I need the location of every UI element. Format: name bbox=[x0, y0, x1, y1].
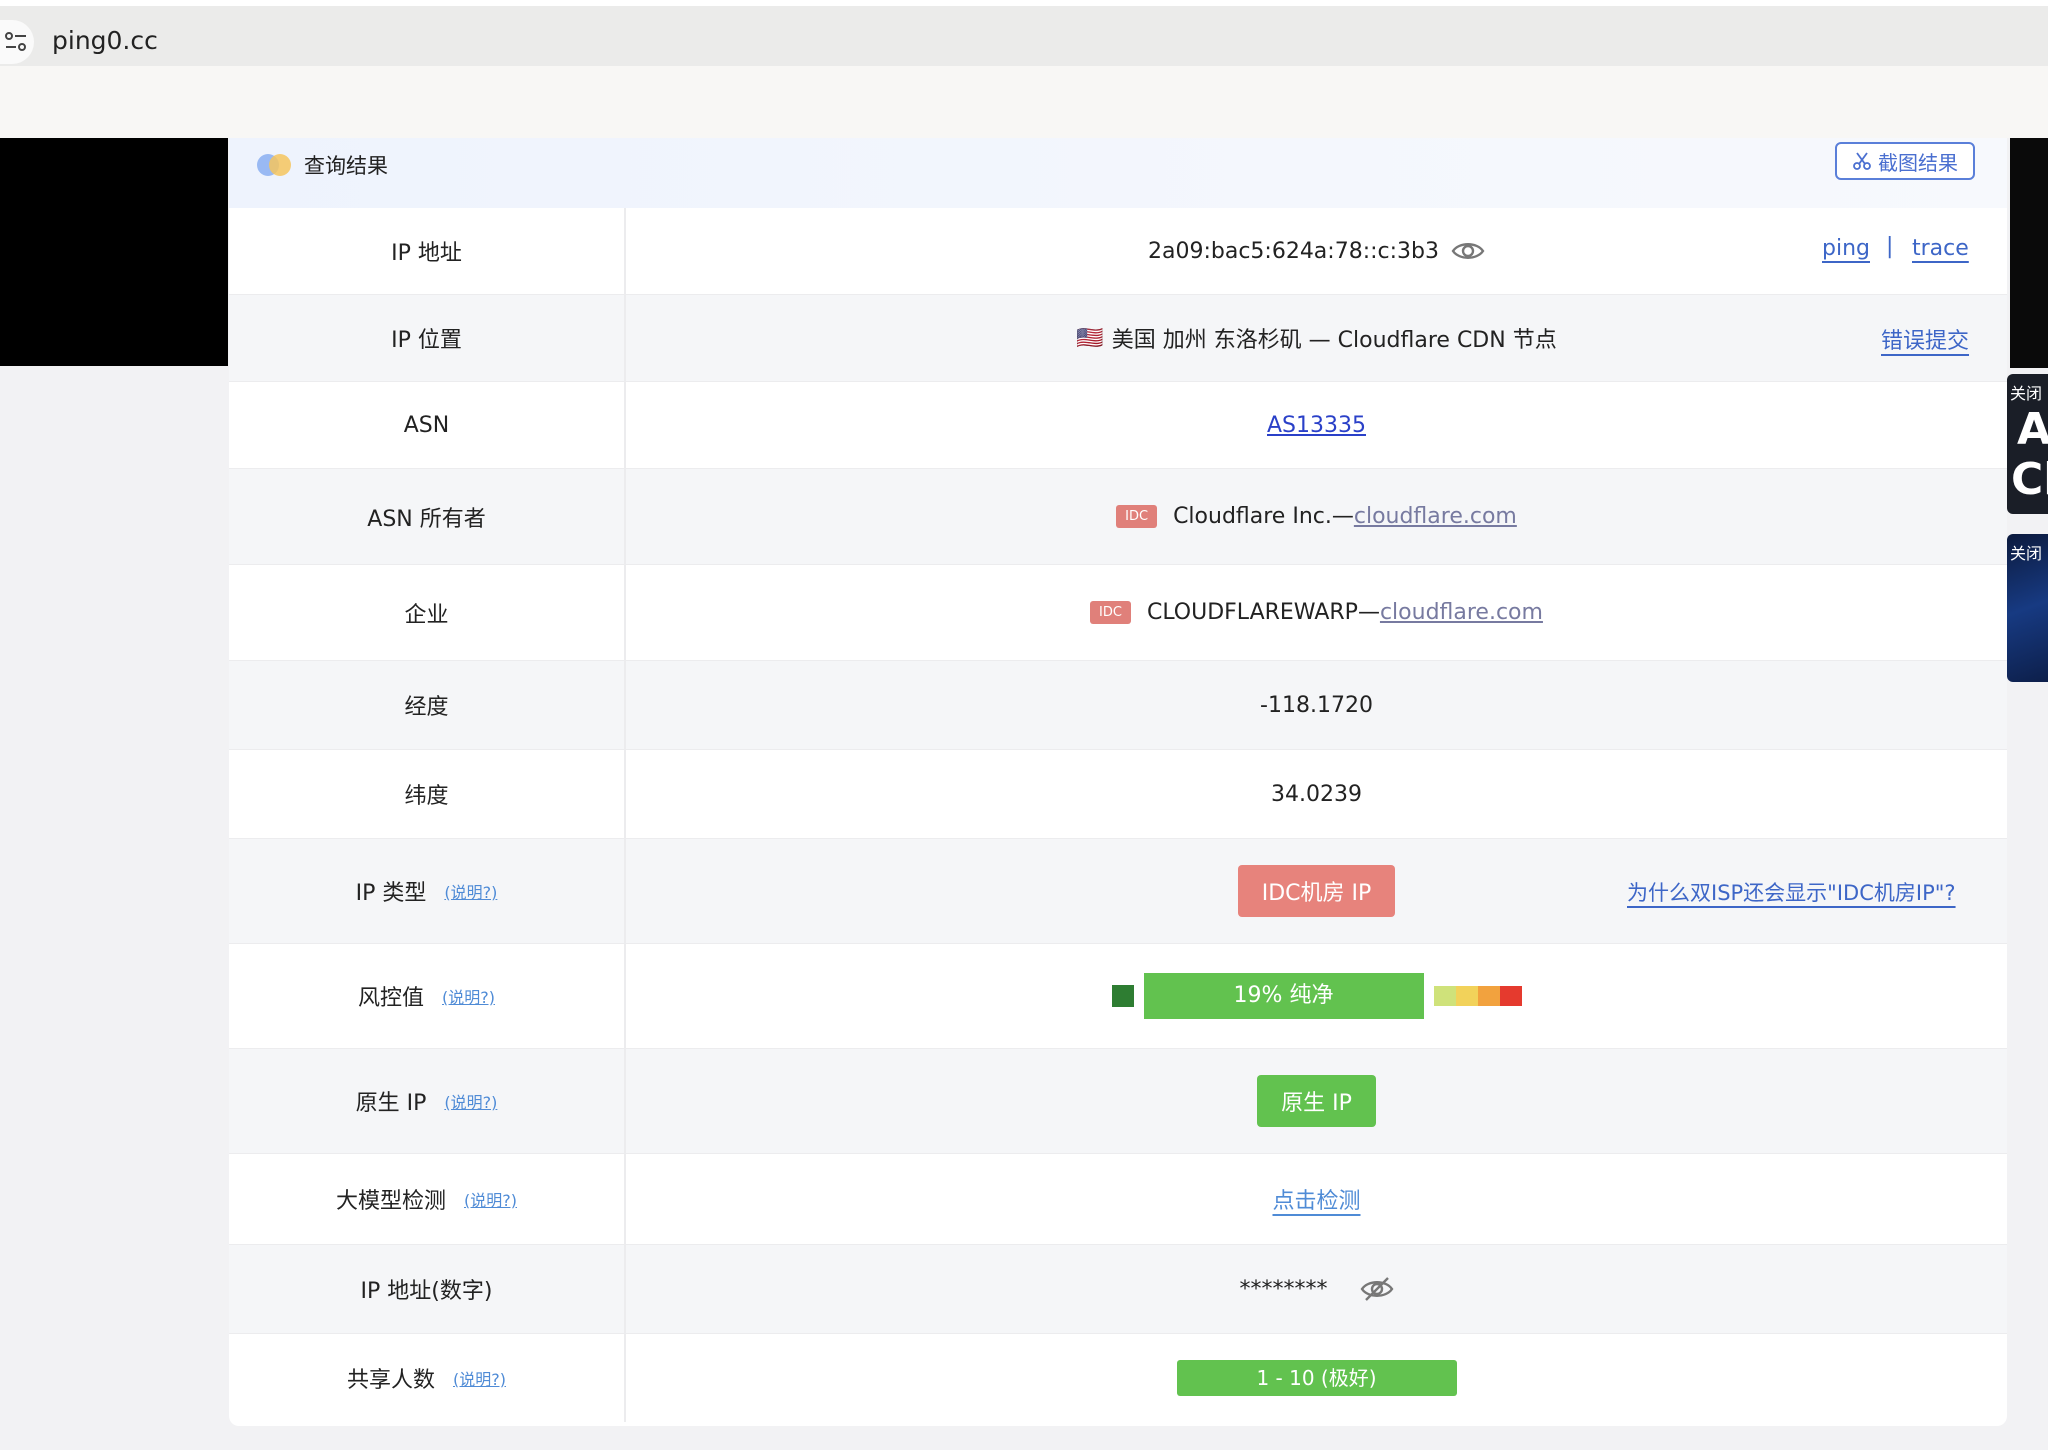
idc-tag: IDC bbox=[1116, 505, 1158, 528]
asn-owner-name: Cloudflare Inc.— bbox=[1173, 504, 1354, 529]
row-value: -118.1720 bbox=[626, 661, 2007, 749]
ad-close-button[interactable]: 关闭 bbox=[2010, 540, 2042, 564]
ip-address-value: 2a09:bac5:624a:78::c:3b3 bbox=[1147, 238, 1439, 264]
row-label: 原生 IP (说明?) bbox=[229, 1049, 626, 1153]
risk-scale bbox=[1433, 986, 1522, 1006]
screenshot-button[interactable]: 截图结果 bbox=[1835, 142, 1975, 180]
explain-link[interactable]: (说明?) bbox=[442, 984, 495, 1008]
dual-isp-faq-link[interactable]: 为什么双ISP还会显示"IDC机房IP"? bbox=[1627, 877, 1956, 907]
row-value: ******** bbox=[626, 1245, 2007, 1333]
row-label: 企业 bbox=[229, 565, 626, 660]
row-value: 原生 IP bbox=[626, 1049, 2007, 1153]
row-organization: 企业 IDC CLOUDFLAREWARP— cloudflare.com bbox=[229, 565, 2007, 660]
row-latitude: 纬度 34.0239 bbox=[229, 750, 2007, 838]
result-card: 查询结果 截图结果 IP 地址 2a09:bac5:624a:78::c:3b3… bbox=[229, 138, 2007, 1426]
url-text[interactable]: ping0.cc bbox=[52, 26, 158, 55]
row-label-text: IP 类型 bbox=[355, 881, 427, 906]
asn-owner-domain-link[interactable]: cloudflare.com bbox=[1354, 504, 1517, 529]
explain-link[interactable]: (说明?) bbox=[453, 1366, 506, 1390]
ip-type-badge: IDC机房 IP bbox=[1237, 865, 1396, 917]
row-native-ip: 原生 IP (说明?) 原生 IP bbox=[229, 1049, 2007, 1153]
latitude-value: 34.0239 bbox=[1271, 781, 1362, 807]
result-logo-icon bbox=[257, 154, 291, 178]
explain-link[interactable]: (说明?) bbox=[464, 1187, 517, 1211]
row-label: ASN bbox=[229, 382, 626, 468]
row-value: IDC CLOUDFLAREWARP— cloudflare.com bbox=[626, 565, 2007, 660]
row-label: IP 地址(数字) bbox=[229, 1245, 626, 1333]
row-asn-owner: ASN 所有者 IDC Cloudflare Inc.— cloudflare.… bbox=[229, 469, 2007, 564]
side-ad-2[interactable]: 关闭 bbox=[2007, 534, 2048, 682]
ip-numeric-value: ******** bbox=[1239, 1276, 1328, 1302]
row-value: 34.0239 bbox=[626, 750, 2007, 838]
browser-toolbar-area bbox=[0, 66, 2048, 138]
row-label: 共享人数 (说明?) bbox=[229, 1334, 626, 1422]
location-value: 美国 加州 东洛杉矶 — Cloudflare CDN 节点 bbox=[1111, 328, 1557, 353]
eye-off-icon[interactable] bbox=[1360, 1275, 1394, 1303]
longitude-value: -118.1720 bbox=[1260, 692, 1373, 718]
row-label: IP 类型 (说明?) bbox=[229, 839, 626, 943]
row-value: 🇺🇸 美国 加州 东洛杉矶 — Cloudflare CDN 节点 bbox=[626, 295, 2007, 381]
row-llm-detection: 大模型检测 (说明?) 点击检测 bbox=[229, 1154, 2007, 1244]
row-label: ASN 所有者 bbox=[229, 469, 626, 564]
row-label: IP 位置 bbox=[229, 295, 626, 381]
row-risk-score: 风控值 (说明?) 19% 纯净 bbox=[229, 944, 2007, 1048]
row-value: AS13335 bbox=[626, 382, 2007, 468]
row-label-text: 原生 IP bbox=[355, 1091, 427, 1116]
row-value: 1 - 10 (极好) bbox=[626, 1334, 2007, 1422]
asn-link[interactable]: AS13335 bbox=[1267, 413, 1366, 438]
risk-level-marker bbox=[1111, 985, 1134, 1007]
row-label: 纬度 bbox=[229, 750, 626, 838]
scissors-icon bbox=[1853, 152, 1871, 170]
us-flag-icon: 🇺🇸 bbox=[1076, 325, 1104, 351]
risk-score-bar: 19% 纯净 bbox=[1143, 973, 1424, 1019]
row-label: 经度 bbox=[229, 661, 626, 749]
row-ip-type: IP 类型 (说明?) IDC机房 IP 为什么双ISP还会显示"IDC机房IP… bbox=[229, 839, 2007, 943]
row-ip-address: IP 地址 2a09:bac5:624a:78::c:3b3 ping | tr… bbox=[229, 208, 2007, 294]
eye-icon[interactable] bbox=[1451, 239, 1485, 263]
shared-users-badge: 1 - 10 (极好) bbox=[1176, 1360, 1457, 1396]
row-ip-numeric: IP 地址(数字) ******** bbox=[229, 1245, 2007, 1333]
right-ad-placeholder bbox=[2010, 138, 2048, 368]
row-value: IDC Cloudflare Inc.— cloudflare.com bbox=[626, 469, 2007, 564]
explain-link[interactable]: (说明?) bbox=[444, 879, 497, 903]
left-ad-placeholder bbox=[0, 138, 228, 366]
row-value: 19% 纯净 bbox=[626, 944, 2007, 1048]
screenshot-button-label: 截图结果 bbox=[1878, 150, 1958, 175]
row-label: 大模型检测 (说明?) bbox=[229, 1154, 626, 1244]
explain-link[interactable]: (说明?) bbox=[444, 1089, 497, 1113]
row-ip-location: IP 位置 🇺🇸 美国 加州 东洛杉矶 — Cloudflare CDN 节点 … bbox=[229, 295, 2007, 381]
row-longitude: 经度 -118.1720 bbox=[229, 661, 2007, 749]
row-label-text: 共享人数 bbox=[347, 1368, 436, 1393]
report-error-link[interactable]: 错误提交 bbox=[1881, 323, 1969, 355]
llm-detect-link[interactable]: 点击检测 bbox=[1272, 1183, 1360, 1215]
row-value: 2a09:bac5:624a:78::c:3b3 bbox=[626, 208, 2007, 294]
ad-letter: A bbox=[2017, 404, 2048, 455]
card-header: 查询结果 截图结果 bbox=[229, 138, 2007, 208]
row-value: 点击检测 bbox=[626, 1154, 2007, 1244]
idc-tag: IDC bbox=[1090, 601, 1131, 624]
ad-close-button[interactable]: 关闭 bbox=[2010, 380, 2042, 404]
side-ad-1[interactable]: 关闭 A Cl bbox=[2007, 374, 2048, 514]
address-bar[interactable]: ping0.cc bbox=[0, 6, 2048, 66]
row-asn: ASN AS13335 bbox=[229, 382, 2007, 468]
org-name: CLOUDFLAREWARP— bbox=[1146, 600, 1380, 625]
native-ip-badge: 原生 IP bbox=[1257, 1075, 1376, 1127]
trace-link[interactable]: trace bbox=[1912, 236, 1969, 261]
row-label: 风控值 (说明?) bbox=[229, 944, 626, 1048]
site-settings-icon[interactable] bbox=[0, 20, 34, 64]
ping-link[interactable]: ping bbox=[1822, 236, 1870, 261]
row-label: IP 地址 bbox=[229, 208, 626, 294]
org-domain-link[interactable]: cloudflare.com bbox=[1380, 600, 1543, 625]
row-label-text: 大模型检测 bbox=[336, 1189, 447, 1214]
ad-letter: Cl bbox=[2011, 454, 2048, 505]
row-shared-users: 共享人数 (说明?) 1 - 10 (极好) bbox=[229, 1334, 2007, 1422]
row-label-text: 风控值 bbox=[358, 986, 425, 1011]
link-separator: | bbox=[1886, 234, 1894, 259]
card-title: 查询结果 bbox=[304, 154, 388, 178]
